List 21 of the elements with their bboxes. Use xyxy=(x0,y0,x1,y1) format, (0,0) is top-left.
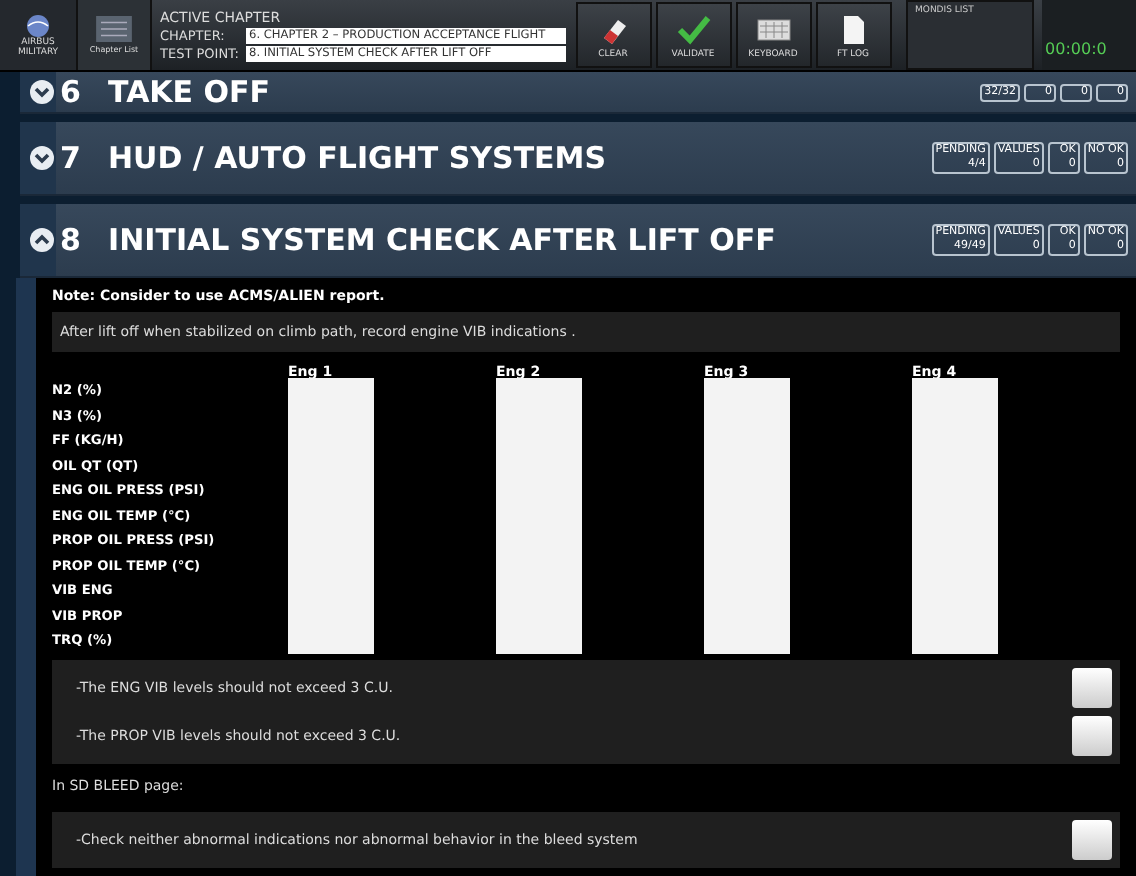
timer: 00:00:0 xyxy=(1041,0,1136,70)
globe-icon xyxy=(26,13,50,37)
input-field[interactable] xyxy=(912,378,998,653)
expand-icon[interactable] xyxy=(30,146,54,170)
input-field[interactable] xyxy=(288,378,374,653)
list-icon xyxy=(96,16,132,42)
section-title: TAKE OFF xyxy=(108,74,273,110)
section-title: HUD / AUTO FLIGHT SYSTEMS xyxy=(108,140,609,176)
checkbox[interactable] xyxy=(1072,667,1112,707)
section-title: INITIAL SYSTEM CHECK AFTER LIFT OFF xyxy=(108,222,778,258)
collapse-icon[interactable] xyxy=(30,228,54,252)
section-number: 7 xyxy=(60,140,83,176)
keyboard-icon xyxy=(755,14,792,46)
input-field[interactable] xyxy=(704,378,790,653)
checkbox[interactable] xyxy=(1072,819,1112,859)
input-field[interactable] xyxy=(496,378,582,653)
checkbox[interactable] xyxy=(1072,715,1112,755)
section-number: 6 xyxy=(60,74,83,110)
expand-icon[interactable] xyxy=(30,80,54,104)
section-number: 8 xyxy=(60,222,83,258)
check-icon xyxy=(675,14,712,46)
